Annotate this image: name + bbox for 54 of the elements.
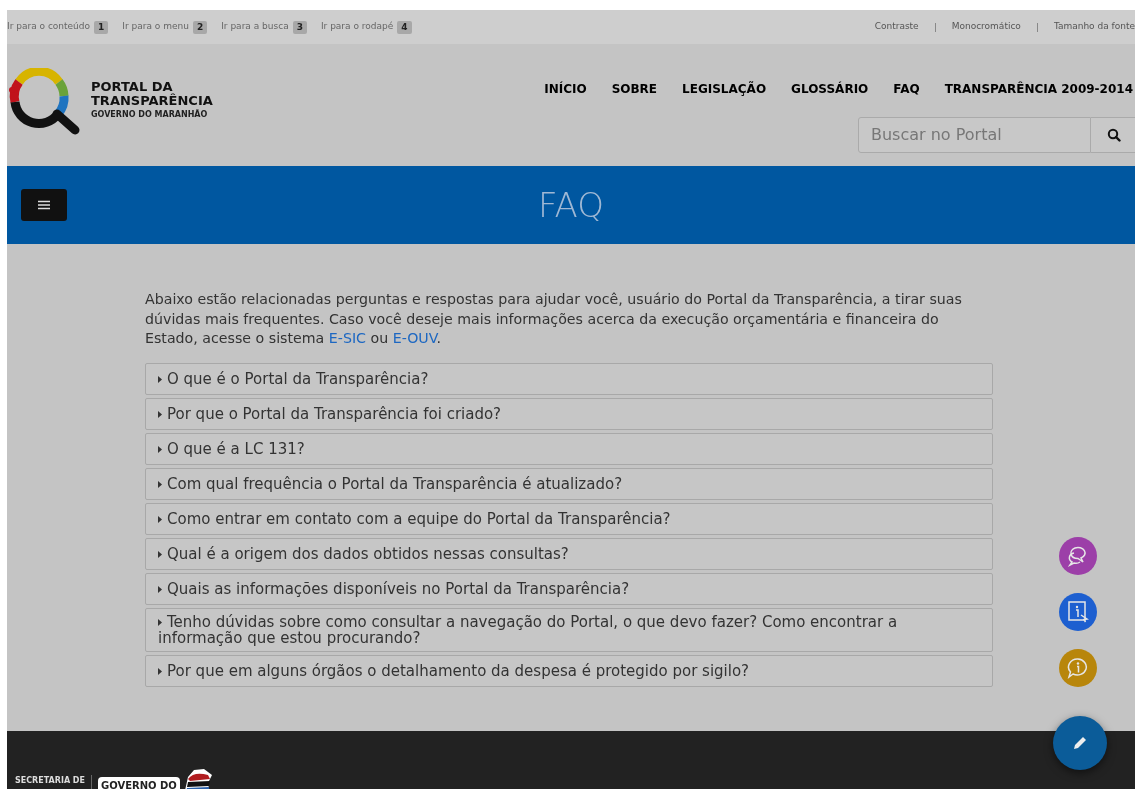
nav-link[interactable]: SOBRE bbox=[611, 80, 658, 98]
caret-icon bbox=[158, 585, 163, 593]
faq-question[interactable]: O que é o Portal da Transparência? bbox=[145, 362, 993, 395]
faq-question[interactable]: Como entrar em contato com a equipe do Portal da Transparência? bbox=[145, 502, 993, 535]
floating-button[interactable] bbox=[1059, 649, 1097, 687]
nav-link[interactable]: GLOSSÁRIO bbox=[791, 80, 869, 98]
logo-title: PORTAL DA bbox=[91, 80, 173, 94]
shortcut-key: 4 bbox=[397, 20, 412, 34]
search-button[interactable] bbox=[1091, 117, 1135, 153]
skip-link[interactable]: Ir para a busca 3 bbox=[221, 20, 307, 34]
faq-question[interactable]: O que é a LC 131? bbox=[145, 432, 993, 465]
accessibility-option[interactable]: Contraste bbox=[874, 20, 919, 34]
caret-icon bbox=[158, 375, 163, 383]
government-badge: GOVERNO DO bbox=[97, 767, 216, 789]
logo-title: TRANSPARÊNCIA bbox=[91, 94, 213, 108]
skip-link[interactable]: Ir para o menu 2 bbox=[122, 20, 208, 34]
faq-question[interactable]: Tenho dúvidas sobre como consultar a navegação do Portal, o que devo fazer? Como encontrar a informação que estou procurando? bbox=[145, 607, 993, 652]
faq-question[interactable]: Com qual frequência o Portal da Transparência é atualizado? bbox=[145, 467, 993, 500]
intro-paragraph: Abaixo estão relacionadas perguntas e respostas para ajudar você, usuário do Portal da Transparência, a tirar suas dúvidas mais frequentes. Caso você deseje mais informações acerca da execução orçamentária e financeira do Estado, acesse o sistema E-SIC ou E-OUV. bbox=[145, 290, 963, 348]
accessibility-option[interactable]: Monocromático bbox=[951, 20, 1021, 34]
floating-button[interactable] bbox=[1059, 593, 1097, 631]
shortcut-key: 1 bbox=[94, 20, 109, 34]
caret-icon bbox=[158, 515, 163, 523]
faq-question[interactable]: Por que o Portal da Transparência foi criado? bbox=[145, 397, 993, 430]
caret-icon bbox=[158, 445, 163, 453]
caret-icon bbox=[158, 618, 163, 626]
nav-link[interactable]: LEGISLAÇÃO bbox=[682, 80, 767, 98]
page-title: FAQ bbox=[538, 183, 604, 227]
menu-button[interactable] bbox=[21, 189, 67, 221]
info-bubble-icon bbox=[1066, 656, 1090, 680]
caret-icon bbox=[158, 480, 163, 488]
floating-button[interactable] bbox=[1059, 537, 1097, 575]
faq-question[interactable]: Por que em alguns órgãos o detalhamento da despesa é protegido por sigilo? bbox=[145, 654, 993, 687]
edit-button[interactable] bbox=[1053, 716, 1107, 770]
accessibility-option[interactable]: Tamanho da fonte bbox=[1053, 20, 1135, 34]
search-field[interactable]: Buscar no Portal bbox=[858, 117, 1091, 153]
menu-icon bbox=[38, 200, 50, 210]
pencil-icon bbox=[1072, 735, 1088, 751]
skip-link[interactable]: Ir para o conteúdo 1 bbox=[7, 20, 109, 34]
nav-link[interactable]: TRANSPARÊNCIA 2009-2014 bbox=[944, 80, 1133, 98]
caret-icon bbox=[158, 550, 163, 558]
logo-subtitle: GOVERNO DO MARANHÃO bbox=[91, 108, 209, 121]
shortcut-key: 2 bbox=[192, 20, 208, 34]
shortcut-key: 3 bbox=[292, 20, 307, 34]
faq-question[interactable]: Quais as informações disponíveis no Portal da Transparência? bbox=[145, 572, 993, 605]
faq-question[interactable]: Qual é a origem dos dados obtidos nessas consultas? bbox=[145, 537, 993, 570]
nav-link[interactable]: FAQ bbox=[893, 80, 920, 98]
info-cursor-icon bbox=[1066, 600, 1090, 624]
search-icon bbox=[1107, 128, 1121, 142]
footer-label: SECRETARIA DE bbox=[15, 775, 85, 787]
caret-icon bbox=[158, 667, 163, 675]
nav-link[interactable]: INÍCIO bbox=[544, 80, 587, 98]
skip-link[interactable]: Ir para o rodapé 4 bbox=[320, 20, 412, 34]
caret-icon bbox=[158, 410, 163, 418]
